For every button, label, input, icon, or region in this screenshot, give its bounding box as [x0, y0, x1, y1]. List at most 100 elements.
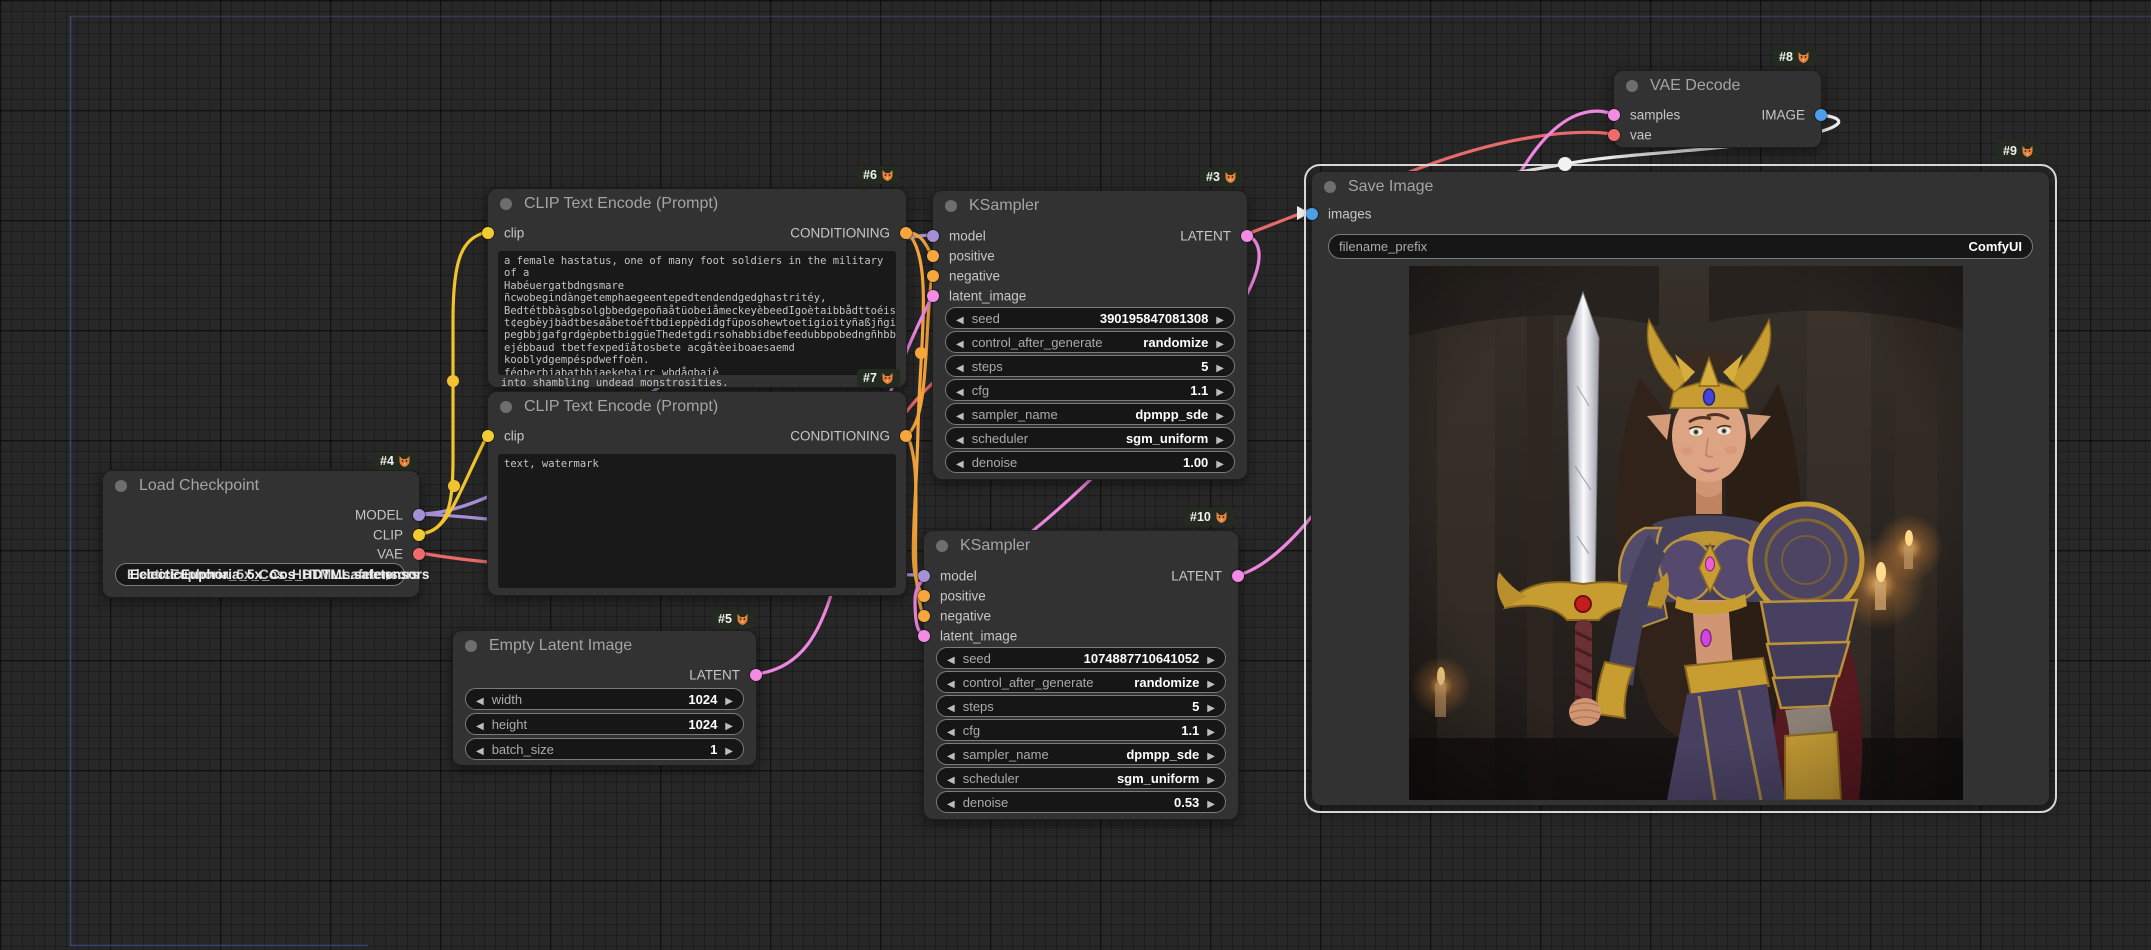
conditioning-port-dot[interactable] — [900, 227, 912, 239]
increment-arrow-icon[interactable] — [1216, 335, 1224, 350]
image-port-dot[interactable] — [1306, 208, 1318, 220]
decrement-arrow-icon[interactable] — [476, 742, 484, 757]
widget-cfg[interactable]: cfg 1.1 — [945, 379, 1235, 401]
increment-arrow-icon[interactable] — [1216, 407, 1224, 422]
decrement-arrow-icon[interactable] — [956, 431, 964, 446]
collapse-dot-icon[interactable] — [500, 198, 512, 210]
node-vae-decode[interactable]: VAE Decode samples vae IMAGE — [1613, 70, 1822, 148]
conditioning-port-dot[interactable] — [927, 270, 939, 282]
link-midpoint-dot[interactable] — [447, 375, 459, 387]
latent-port-dot[interactable] — [1241, 230, 1253, 242]
decrement-arrow-icon[interactable] — [956, 455, 964, 470]
collapse-dot-icon[interactable] — [465, 640, 477, 652]
widget-scheduler[interactable]: scheduler sgm_uniform — [936, 767, 1226, 789]
prompt-textarea[interactable]: text, watermark — [498, 454, 896, 588]
node-header[interactable]: CLIP Text Encode (Prompt) — [488, 189, 906, 219]
widget-control-after-generate[interactable]: control_after_generate randomize — [936, 671, 1226, 693]
increment-arrow-icon[interactable] — [1216, 455, 1224, 470]
widget-height[interactable]: height 1024 — [465, 713, 744, 735]
widget-control-after-generate[interactable]: control_after_generate randomize — [945, 331, 1235, 353]
increment-arrow-icon[interactable] — [725, 717, 733, 732]
widget-steps[interactable]: steps 5 — [945, 355, 1235, 377]
node-header[interactable]: KSampler — [933, 191, 1247, 221]
collapse-dot-icon[interactable] — [1324, 181, 1336, 193]
increment-arrow-icon[interactable] — [1207, 795, 1215, 810]
node-header[interactable]: Load Checkpoint — [103, 471, 419, 501]
latent-port-dot[interactable] — [750, 669, 762, 681]
increment-arrow-icon[interactable] — [725, 692, 733, 707]
node-load-checkpoint[interactable]: Load Checkpoint MODEL CLIP VAE ElecticEu… — [102, 470, 420, 598]
widget-scheduler[interactable]: scheduler sgm_uniform — [945, 427, 1235, 449]
node-header[interactable]: CLIP Text Encode (Prompt) — [488, 392, 906, 422]
increment-arrow-icon[interactable] — [1207, 699, 1215, 714]
node-clip-encode-positive[interactable]: CLIP Text Encode (Prompt) clip CONDITION… — [487, 188, 907, 388]
decrement-arrow-icon[interactable] — [947, 675, 955, 690]
decrement-arrow-icon[interactable] — [956, 407, 964, 422]
collapse-dot-icon[interactable] — [945, 200, 957, 212]
widget-width[interactable]: width 1024 — [465, 688, 744, 710]
increment-arrow-icon[interactable] — [1216, 311, 1224, 326]
widget-denoise[interactable]: denoise 1.00 — [945, 451, 1235, 473]
increment-arrow-icon[interactable] — [1216, 431, 1224, 446]
ckpt-name-combo[interactable]: ElecticEuphoria_5x_Cos_HDTML.safetensors… — [115, 563, 405, 586]
decrement-arrow-icon[interactable] — [956, 335, 964, 350]
decrement-arrow-icon[interactable] — [956, 383, 964, 398]
node-header[interactable]: KSampler — [924, 531, 1238, 561]
decrement-arrow-icon[interactable] — [947, 795, 955, 810]
increment-arrow-icon[interactable] — [1207, 723, 1215, 738]
increment-arrow-icon[interactable] — [1207, 771, 1215, 786]
node-clip-encode-negative[interactable]: CLIP Text Encode (Prompt) clip CONDITION… — [487, 391, 907, 596]
node-empty-latent-image[interactable]: Empty Latent Image LATENT width 1024 hei… — [452, 630, 757, 766]
collapse-dot-icon[interactable] — [1626, 80, 1638, 92]
image-port-dot[interactable] — [1815, 109, 1827, 121]
increment-arrow-icon[interactable] — [1207, 651, 1215, 666]
decrement-arrow-icon[interactable] — [956, 311, 964, 326]
conditioning-port-dot[interactable] — [918, 590, 930, 602]
widget-seed[interactable]: seed 390195847081308 — [945, 307, 1235, 329]
decrement-arrow-icon[interactable] — [947, 771, 955, 786]
prompt-textarea[interactable]: a female hastatus, one of many foot sold… — [498, 251, 896, 375]
increment-arrow-icon[interactable] — [1207, 747, 1215, 762]
conditioning-port-dot[interactable] — [927, 250, 939, 262]
decrement-arrow-icon[interactable] — [476, 717, 484, 732]
node-header[interactable]: VAE Decode — [1614, 71, 1821, 101]
link-midpoint-dot[interactable] — [1558, 157, 1572, 171]
node-header[interactable]: Empty Latent Image — [453, 631, 756, 661]
model-port-dot[interactable] — [413, 509, 425, 521]
decrement-arrow-icon[interactable] — [947, 699, 955, 714]
vae-port-dot[interactable] — [1608, 129, 1620, 141]
decrement-arrow-icon[interactable] — [947, 747, 955, 762]
widget-denoise[interactable]: denoise 0.53 — [936, 791, 1226, 813]
conditioning-port-dot[interactable] — [918, 610, 930, 622]
collapse-dot-icon[interactable] — [115, 480, 127, 492]
collapse-dot-icon[interactable] — [936, 540, 948, 552]
clip-port-dot[interactable] — [413, 529, 425, 541]
vae-port-dot[interactable] — [413, 548, 425, 560]
increment-arrow-icon[interactable] — [1207, 675, 1215, 690]
decrement-arrow-icon[interactable] — [947, 651, 955, 666]
widget-sampler-name[interactable]: sampler_name dpmpp_sde — [936, 743, 1226, 765]
increment-arrow-icon[interactable] — [1216, 359, 1224, 374]
widget-cfg[interactable]: cfg 1.1 — [936, 719, 1226, 741]
latent-port-dot[interactable] — [918, 630, 930, 642]
decrement-arrow-icon[interactable] — [947, 723, 955, 738]
widget-seed[interactable]: seed 1074887710641052 — [936, 647, 1226, 669]
widget-filename-prefix[interactable]: filename_prefix ComfyUI — [1328, 234, 2033, 259]
widget-steps[interactable]: steps 5 — [936, 695, 1226, 717]
collapse-dot-icon[interactable] — [500, 401, 512, 413]
latent-port-dot[interactable] — [927, 290, 939, 302]
latent-port-dot[interactable] — [1232, 570, 1244, 582]
node-ksampler-b[interactable]: KSampler model positive negative latent_… — [923, 530, 1239, 820]
widget-batch-size[interactable]: batch_size 1 — [465, 738, 744, 760]
link-midpoint-dot[interactable] — [915, 347, 927, 359]
node-header[interactable]: Save Image — [1312, 172, 2049, 202]
increment-arrow-icon[interactable] — [725, 742, 733, 757]
node-ksampler-a[interactable]: KSampler model positive negative latent_… — [932, 190, 1248, 480]
node-save-image[interactable]: Save Image images filename_prefix ComfyU… — [1311, 171, 2050, 806]
increment-arrow-icon[interactable] — [1216, 383, 1224, 398]
link-midpoint-dot[interactable] — [448, 480, 460, 492]
widget-sampler-name[interactable]: sampler_name dpmpp_sde — [945, 403, 1235, 425]
decrement-arrow-icon[interactable] — [956, 359, 964, 374]
conditioning-port-dot[interactable] — [900, 430, 912, 442]
decrement-arrow-icon[interactable] — [476, 692, 484, 707]
